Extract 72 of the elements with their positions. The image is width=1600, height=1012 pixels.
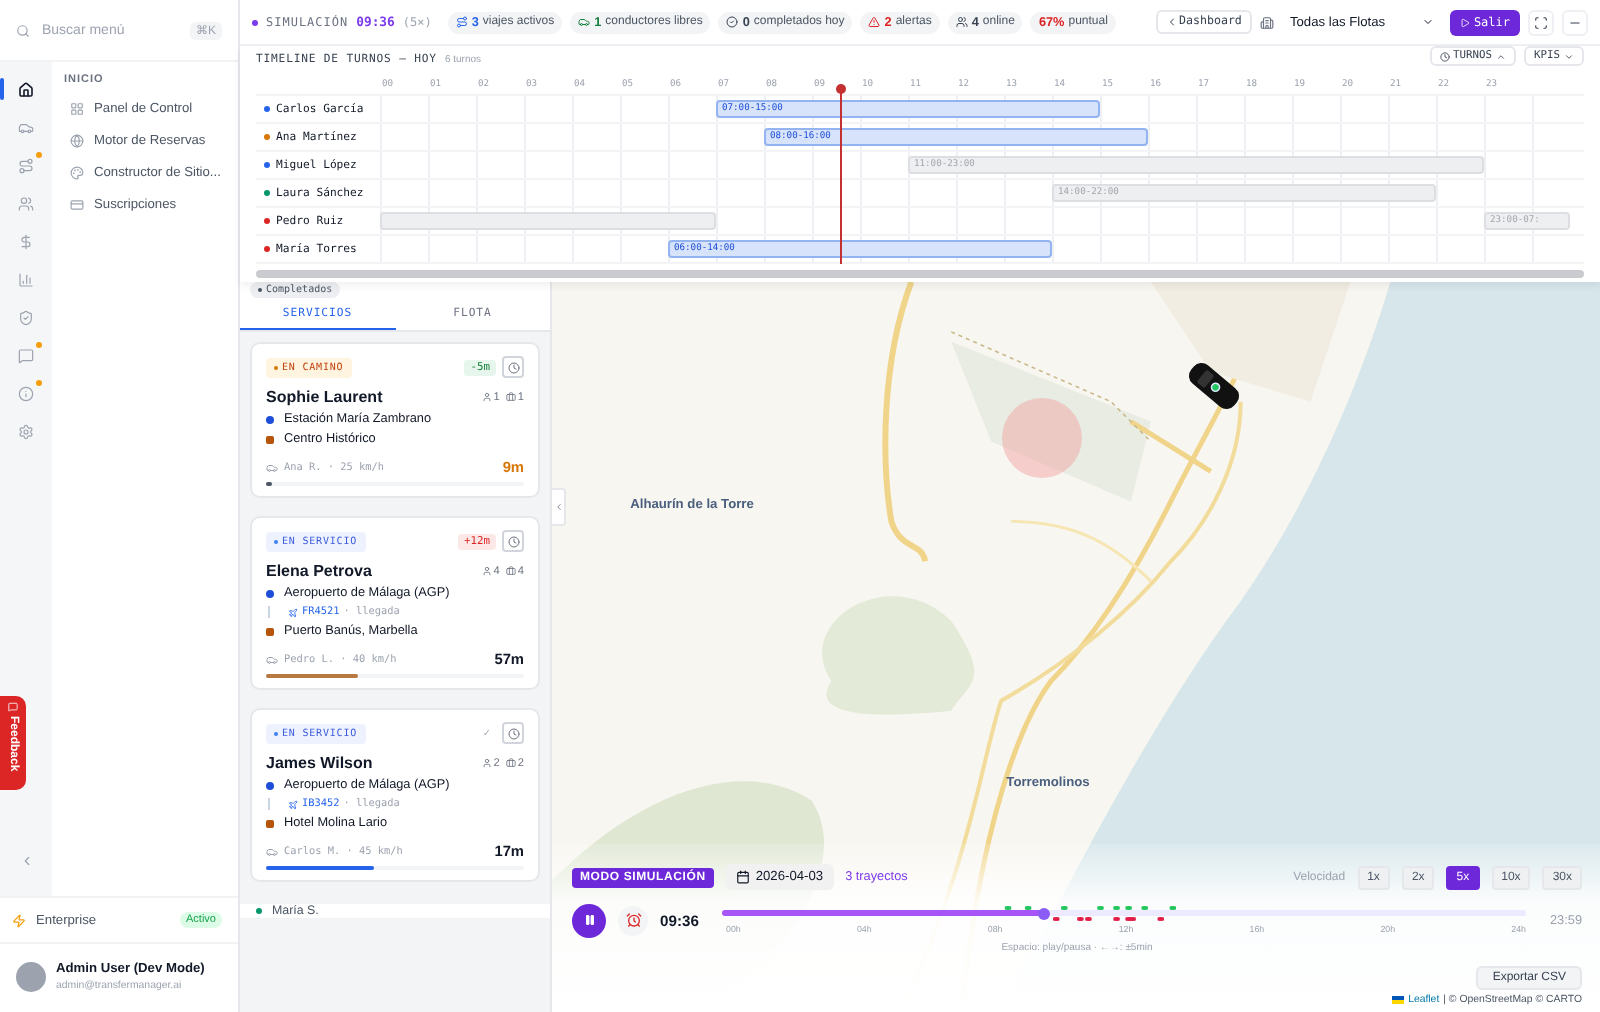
timeline-slider[interactable] xyxy=(722,910,1526,916)
fullscreen-icon xyxy=(1534,15,1548,29)
info-icon[interactable] xyxy=(18,385,34,401)
person-icon xyxy=(481,392,492,402)
pickup-dot xyxy=(266,415,274,423)
briefcase-icon xyxy=(505,758,516,768)
route-icon[interactable] xyxy=(18,157,34,173)
briefcase-icon xyxy=(505,566,516,576)
car-icon xyxy=(266,845,278,857)
shield-icon[interactable] xyxy=(18,309,34,325)
shift-bar[interactable] xyxy=(380,212,716,230)
clock-button[interactable] xyxy=(502,530,524,552)
alarm-clock-icon xyxy=(625,912,641,928)
passenger-name: Elena Petrova xyxy=(266,562,374,580)
settings-icon[interactable] xyxy=(18,423,34,439)
clock-icon xyxy=(507,727,519,739)
car-icon xyxy=(266,461,278,473)
clock-button[interactable] xyxy=(502,722,524,744)
search-icon xyxy=(16,23,30,37)
message-icon xyxy=(8,702,18,712)
globe-icon xyxy=(70,134,84,148)
minimize-button[interactable] xyxy=(1562,9,1588,35)
passenger-name: Sophie Laurent xyxy=(266,388,385,406)
dropoff-marker xyxy=(266,627,274,635)
building-icon xyxy=(1259,15,1274,29)
users-icon xyxy=(955,16,968,28)
chevron-down-icon xyxy=(1564,51,1574,61)
person-icon xyxy=(481,566,492,576)
dropoff-marker xyxy=(266,435,274,443)
pause-icon xyxy=(583,914,595,926)
pickup-dot xyxy=(266,781,274,789)
zone-circle xyxy=(1002,398,1082,478)
dropoff-marker xyxy=(266,819,274,827)
fullscreen-button[interactable] xyxy=(1528,9,1554,35)
clock-icon xyxy=(507,361,519,373)
palette-icon xyxy=(70,166,84,180)
play-icon xyxy=(1459,17,1470,27)
clock-icon xyxy=(507,535,519,547)
users-icon[interactable] xyxy=(18,195,34,211)
chevron-left-icon xyxy=(1165,16,1178,28)
calendar-icon xyxy=(735,870,750,884)
lightning-icon xyxy=(12,913,26,927)
flag-icon xyxy=(1392,996,1405,1004)
home-icon[interactable] xyxy=(18,81,34,97)
chart-icon[interactable] xyxy=(18,271,34,287)
check-circle-icon xyxy=(726,16,739,28)
plane-icon xyxy=(288,799,298,809)
message-icon[interactable] xyxy=(18,347,34,363)
avatar[interactable] xyxy=(16,961,46,991)
grid-icon xyxy=(70,102,84,116)
route-icon xyxy=(455,16,468,28)
briefcase-icon xyxy=(505,392,516,402)
person-icon xyxy=(481,758,492,768)
warning-icon xyxy=(868,16,881,28)
pickup-dot xyxy=(266,589,274,597)
chevron-left-icon xyxy=(553,502,563,512)
chevron-up-icon xyxy=(1496,51,1507,61)
current-time-marker xyxy=(836,84,847,94)
car-icon xyxy=(266,653,278,665)
car-icon xyxy=(578,16,591,28)
plane-icon xyxy=(288,607,298,617)
status-dot xyxy=(252,19,258,25)
collapse-handle[interactable] xyxy=(552,488,566,526)
collapse-icon[interactable] xyxy=(19,854,33,868)
card-icon xyxy=(70,198,84,212)
clock-icon xyxy=(1439,51,1450,61)
car-icon[interactable] xyxy=(18,119,34,135)
passenger-name: James Wilson xyxy=(266,754,375,772)
chevron-down-icon xyxy=(1421,16,1434,28)
clock-button[interactable] xyxy=(502,356,524,378)
dollar-icon[interactable] xyxy=(18,233,34,249)
scrollbar[interactable] xyxy=(256,270,1584,278)
